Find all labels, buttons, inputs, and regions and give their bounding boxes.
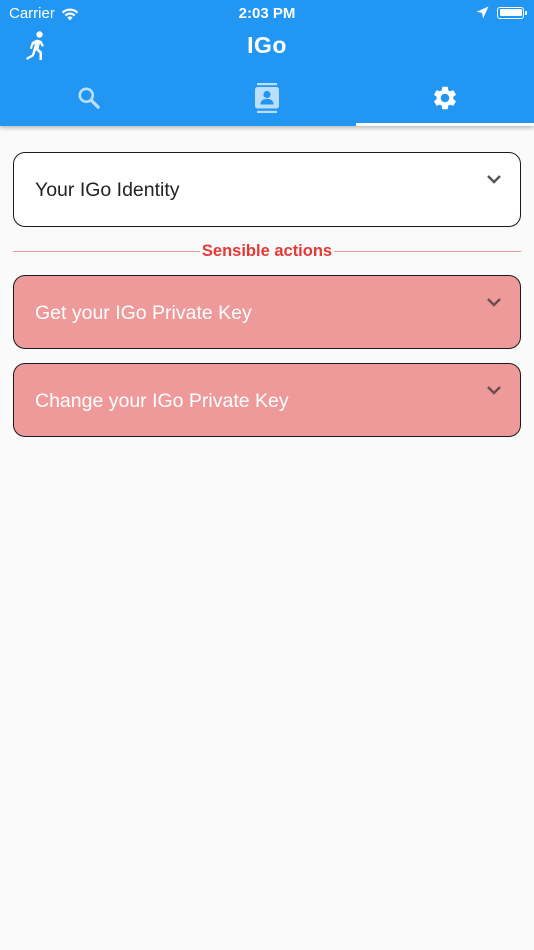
tab-search[interactable] [0,70,178,126]
sensible-actions-divider: Sensible actions [13,227,521,275]
status-time: 2:03 PM [238,5,296,22]
change-private-key-label: Change your IGo Private Key [35,390,289,412]
battery-icon [497,6,527,19]
divider-line-right [334,250,521,252]
get-private-key-label: Get your IGo Private Key [35,302,252,324]
status-right-icons [476,6,527,19]
selected-tab-indicator [356,123,534,126]
gear-icon [434,86,456,110]
identity-panel-label: Your IGo Identity [35,179,180,201]
app-title: IGo [247,32,287,58]
location-arrow-icon [476,6,489,19]
tab-bar [0,70,534,126]
chevron-down-icon [487,386,501,395]
identity-expansion-panel[interactable]: Your IGo Identity [13,152,521,227]
divider-line-left [13,250,200,252]
chevron-down-icon [487,175,501,184]
panel-spacer [13,349,521,363]
settings-content: Your IGo Identity Sensible actions Get y… [13,152,521,437]
status-bar: Carrier 2:03 PM [0,0,534,28]
chevron-down-icon [487,298,501,307]
tab-contacts[interactable] [178,70,356,126]
contact-card-icon [255,83,279,113]
change-private-key-panel[interactable]: Change your IGo Private Key [13,363,521,437]
tab-settings[interactable] [356,70,534,126]
divider-label: Sensible actions [201,241,333,260]
app-bar: Carrier 2:03 PM IGo [0,0,534,126]
get-private-key-panel[interactable]: Get your IGo Private Key [13,275,521,349]
search-icon [78,87,100,109]
battery-level [499,9,522,16]
toolbar: IGo [0,28,534,68]
